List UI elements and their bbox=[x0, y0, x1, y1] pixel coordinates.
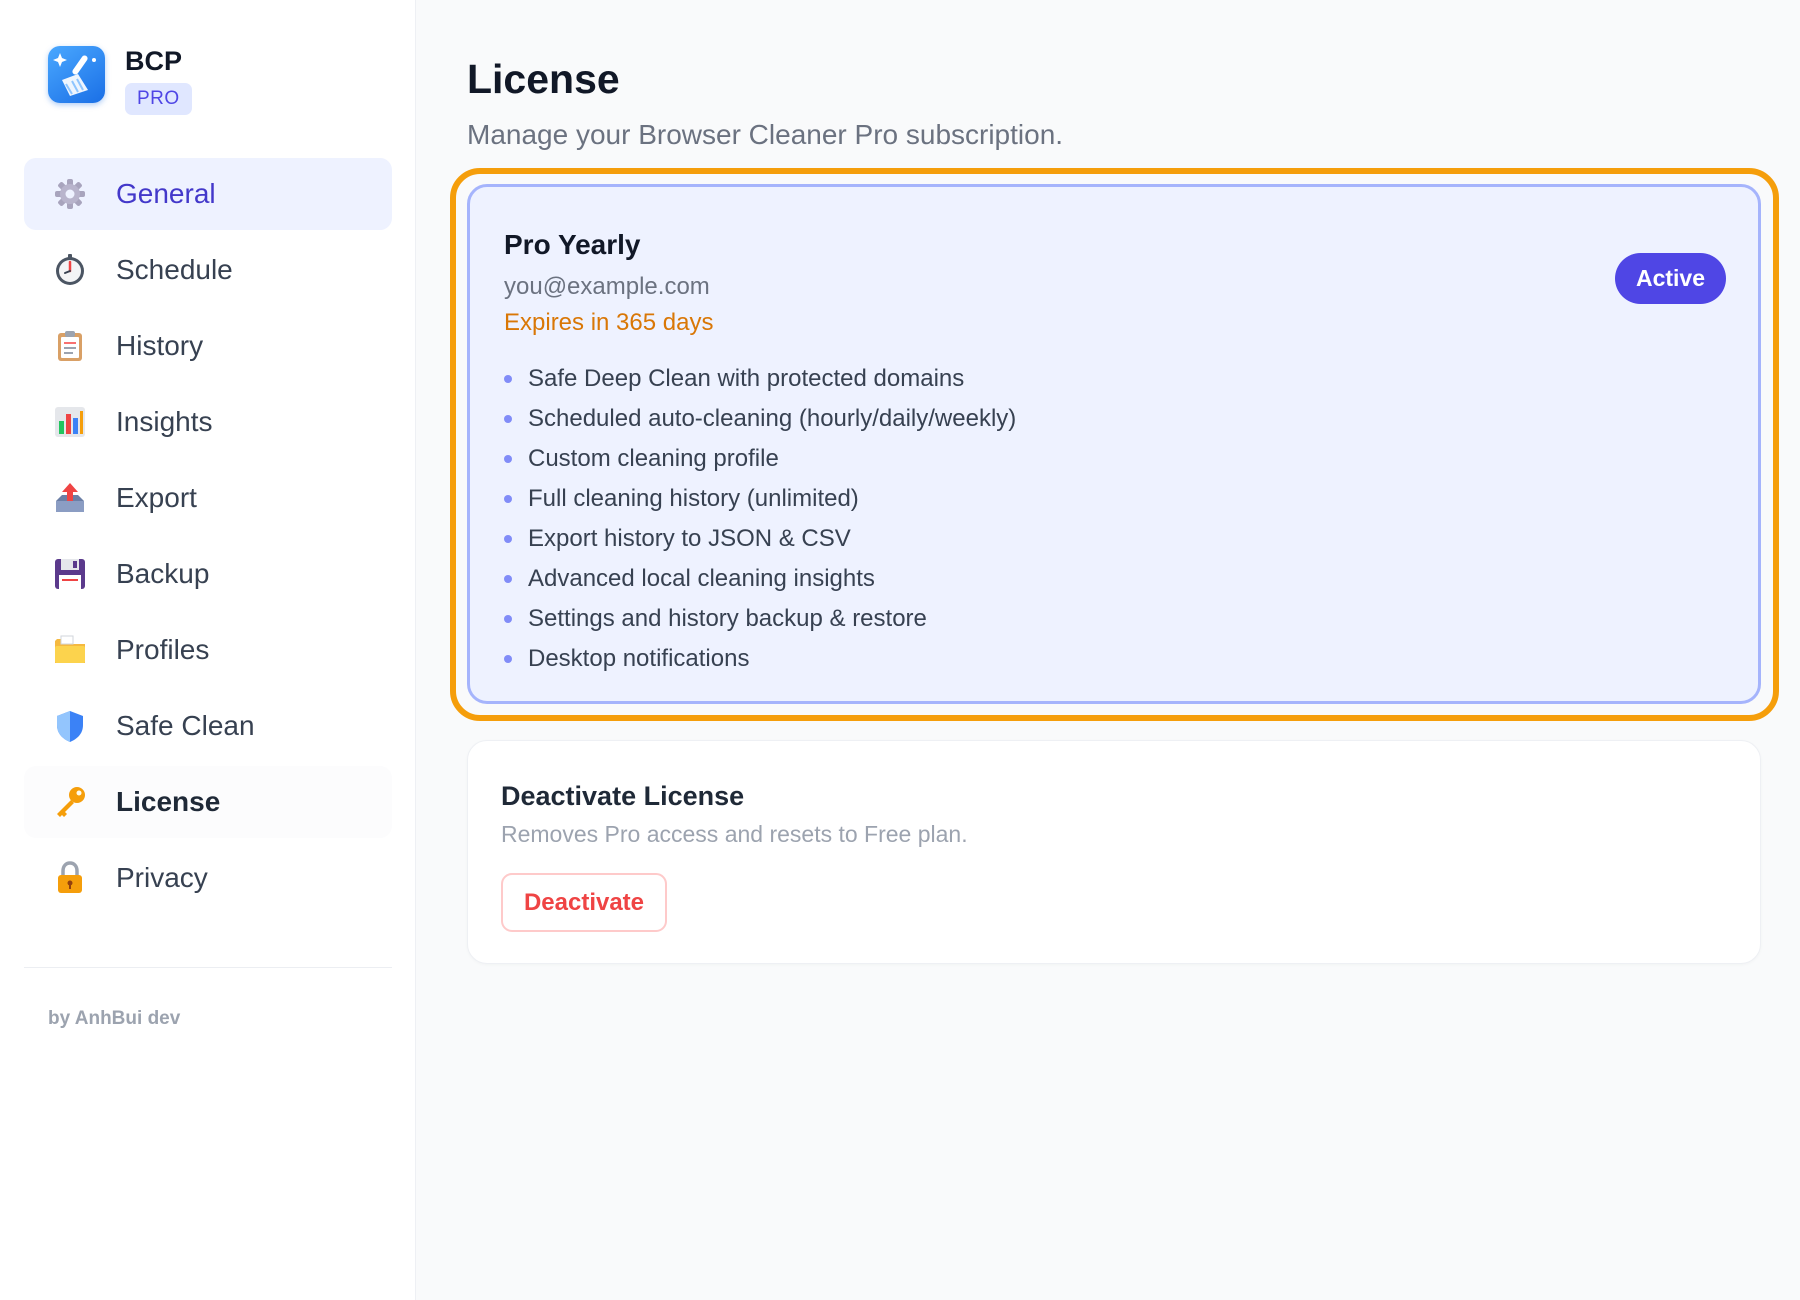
feature-text: Full cleaning history (unlimited) bbox=[528, 485, 859, 512]
feature-text: Safe Deep Clean with protected domains bbox=[528, 365, 965, 392]
sidebar-item-safe-clean[interactable]: Safe Clean bbox=[24, 690, 392, 762]
lock-icon bbox=[52, 860, 88, 896]
page-subtitle: Manage your Browser Cleaner Pro subscrip… bbox=[467, 119, 1064, 150]
status-badge: Active bbox=[1614, 253, 1726, 304]
plan-email: you@example.com bbox=[504, 273, 710, 300]
sidebar-item-license[interactable]: License bbox=[24, 766, 392, 838]
feature-text: Advanced local cleaning insights bbox=[528, 565, 875, 592]
sidebar: BCP PRO General Schedule History Insight… bbox=[0, 0, 416, 1300]
bullet-icon bbox=[504, 575, 512, 583]
folder-icon bbox=[52, 632, 88, 668]
stopwatch-icon bbox=[52, 252, 88, 288]
feature-text: Custom cleaning profile bbox=[528, 445, 779, 472]
list-item: Full cleaning history (unlimited) bbox=[504, 479, 1016, 519]
feature-text: Scheduled auto-cleaning (hourly/daily/we… bbox=[528, 405, 1017, 432]
list-item: Scheduled auto-cleaning (hourly/daily/we… bbox=[504, 399, 1016, 439]
sidebar-item-label: Privacy bbox=[116, 862, 208, 893]
sidebar-item-profiles[interactable]: Profiles bbox=[24, 614, 392, 686]
sidebar-item-label: Schedule bbox=[116, 254, 233, 285]
list-item: Safe Deep Clean with protected domains bbox=[504, 359, 1016, 399]
bullet-icon bbox=[504, 495, 512, 503]
plan-expiry: Expires in 365 days bbox=[504, 309, 714, 336]
list-item: Settings and history backup & restore bbox=[504, 599, 1016, 639]
sidebar-item-label: General bbox=[116, 178, 216, 209]
deactivate-card: Deactivate License Removes Pro access an… bbox=[467, 740, 1761, 964]
feature-list: Safe Deep Clean with protected domains S… bbox=[504, 359, 1016, 679]
feature-text: Export history to JSON & CSV bbox=[528, 525, 851, 552]
plan-card: Pro Yearly you@example.com Expires in 36… bbox=[467, 184, 1761, 704]
outbox-tray-icon bbox=[52, 480, 88, 516]
sidebar-item-label: Insights bbox=[116, 406, 213, 437]
brand-name: BCP bbox=[125, 46, 183, 76]
gear-icon bbox=[52, 176, 88, 212]
deactivate-description: Removes Pro access and resets to Free pl… bbox=[501, 821, 968, 847]
bullet-icon bbox=[504, 535, 512, 543]
list-item: Custom cleaning profile bbox=[504, 439, 1016, 479]
sidebar-divider bbox=[24, 967, 392, 968]
bullet-icon bbox=[504, 655, 512, 663]
key-icon bbox=[52, 784, 88, 820]
sidebar-item-export[interactable]: Export bbox=[24, 462, 392, 534]
sidebar-item-general[interactable]: General bbox=[24, 158, 392, 230]
bullet-icon bbox=[504, 375, 512, 383]
sidebar-item-label: Export bbox=[116, 482, 197, 513]
pro-badge: PRO bbox=[125, 83, 192, 115]
list-item: Export history to JSON & CSV bbox=[504, 519, 1016, 559]
bar-chart-icon bbox=[52, 404, 88, 440]
list-item: Advanced local cleaning insights bbox=[504, 559, 1016, 599]
sidebar-item-label: Profiles bbox=[116, 634, 210, 665]
floppy-disk-icon bbox=[52, 556, 88, 592]
footer-credit: by AnhBui dev bbox=[48, 1008, 181, 1029]
deactivate-button[interactable]: Deactivate bbox=[501, 873, 667, 932]
brand: BCP PRO bbox=[48, 46, 192, 115]
feature-text: Settings and history backup & restore bbox=[528, 605, 927, 632]
sidebar-item-insights[interactable]: Insights bbox=[24, 386, 392, 458]
sidebar-item-label: Safe Clean bbox=[116, 710, 255, 741]
list-item: Desktop notifications bbox=[504, 639, 1016, 679]
deactivate-title: Deactivate License bbox=[501, 781, 745, 811]
sidebar-item-privacy[interactable]: Privacy bbox=[24, 842, 392, 914]
sidebar-item-backup[interactable]: Backup bbox=[24, 538, 392, 610]
sidebar-item-label: License bbox=[116, 786, 221, 817]
sidebar-item-history[interactable]: History bbox=[24, 310, 392, 382]
sidebar-item-schedule[interactable]: Schedule bbox=[24, 234, 392, 306]
sidebar-nav: General Schedule History Insights Export… bbox=[24, 158, 392, 918]
page-title: License bbox=[467, 56, 620, 102]
feature-text: Desktop notifications bbox=[528, 645, 750, 672]
bullet-icon bbox=[504, 415, 512, 423]
clipboard-icon bbox=[52, 328, 88, 364]
main-content: License Manage your Browser Cleaner Pro … bbox=[450, 0, 1779, 1300]
sidebar-item-label: Backup bbox=[116, 558, 210, 589]
bullet-icon bbox=[504, 455, 512, 463]
bullet-icon bbox=[504, 615, 512, 623]
broom-logo-icon bbox=[48, 46, 105, 103]
sidebar-item-label: History bbox=[116, 330, 204, 361]
shield-icon bbox=[52, 708, 88, 744]
plan-name: Pro Yearly bbox=[504, 229, 641, 260]
